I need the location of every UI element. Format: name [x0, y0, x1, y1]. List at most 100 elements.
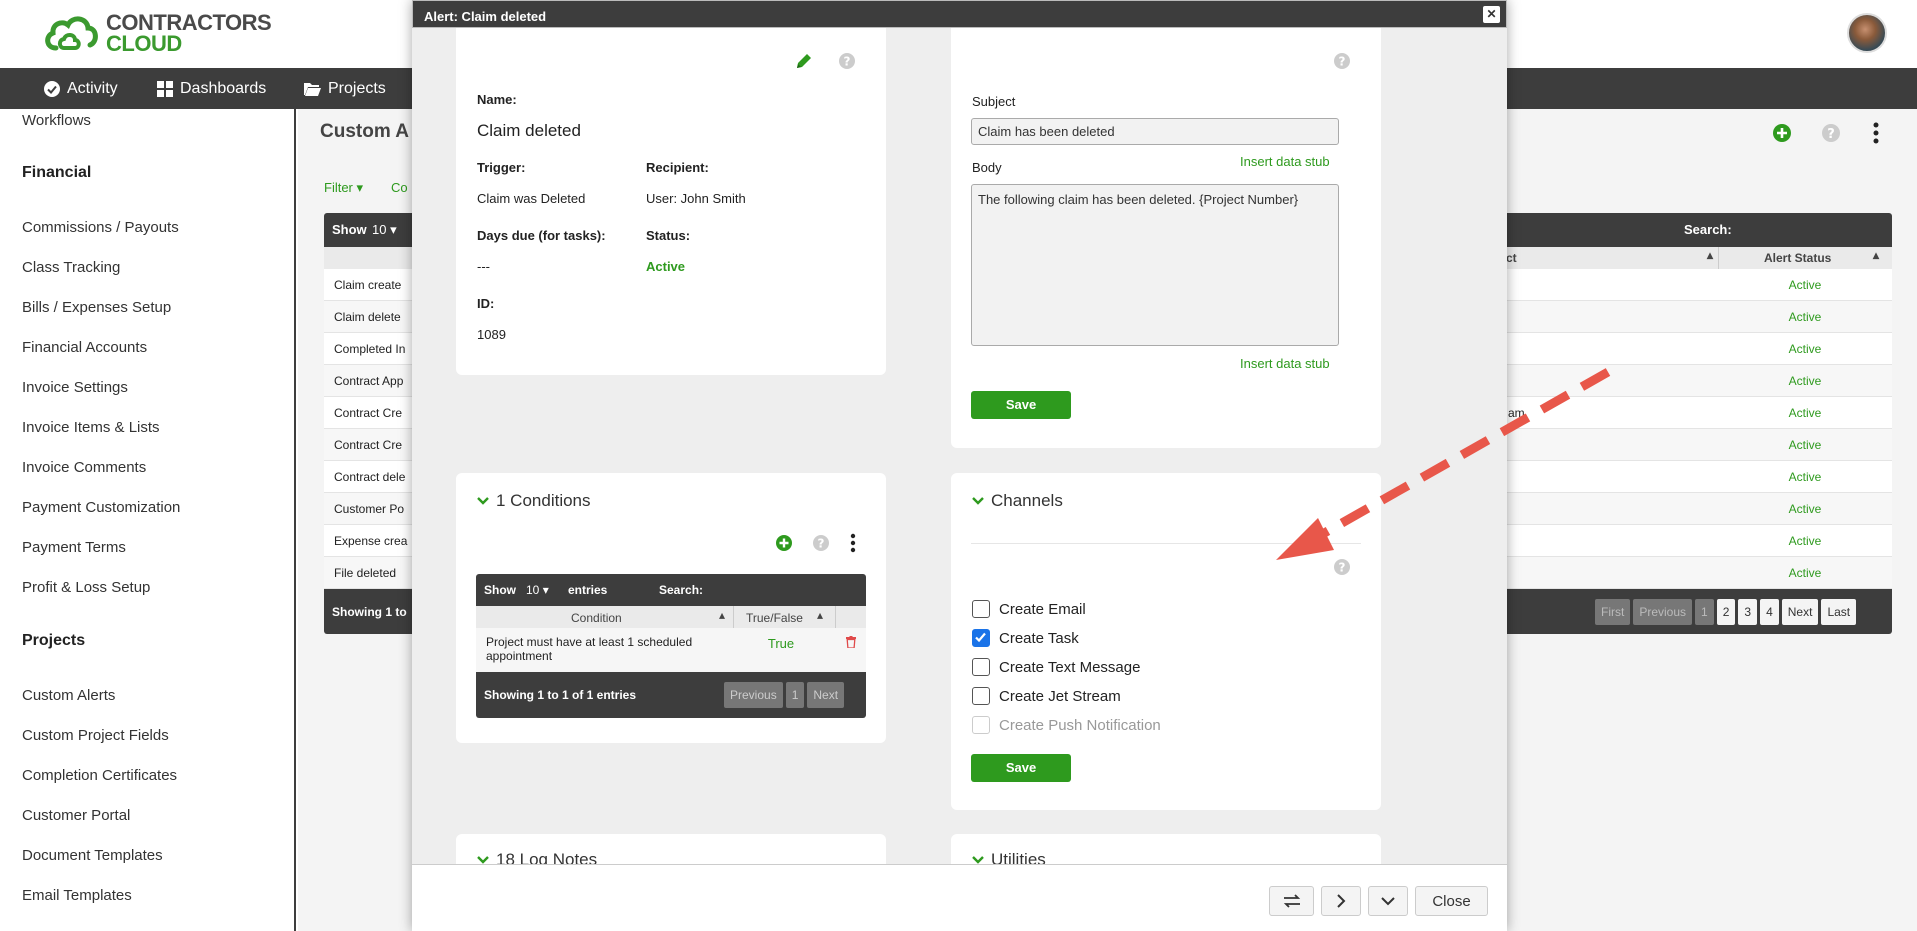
pagination-page-1[interactable]: 1: [1695, 599, 1714, 625]
create-email-label: Create Email: [999, 600, 1086, 618]
pagination-next[interactable]: Next: [807, 682, 845, 708]
pagination-previous[interactable]: Previous: [1633, 599, 1693, 625]
help-icon[interactable]: ?: [1333, 52, 1351, 70]
chevron-down-icon: [972, 856, 984, 864]
sidebar-item-document-templates[interactable]: Document Templates: [22, 847, 163, 864]
close-icon[interactable]: ✕: [1483, 6, 1500, 23]
expand-button[interactable]: [1368, 886, 1408, 916]
conditions-toggle[interactable]: 1 Conditions: [477, 491, 591, 511]
nav-activity[interactable]: Activity: [44, 68, 118, 109]
svg-text:?: ?: [818, 537, 825, 551]
sidebar-item-invoice-comments[interactable]: Invoice Comments: [22, 459, 146, 476]
alert-name-cell: Claim delete: [334, 310, 401, 324]
channel-option-email[interactable]: Create Email: [972, 600, 1086, 618]
show-select[interactable]: 10 ▾: [372, 222, 397, 238]
nav-dashboards[interactable]: Dashboards: [157, 68, 266, 109]
filter-dropdown[interactable]: Filter ▾: [324, 180, 363, 196]
alert-name-cell: Customer Po: [334, 502, 405, 516]
sort-icon[interactable]: ▴: [1873, 248, 1879, 262]
sidebar-item-customer-portal[interactable]: Customer Portal: [22, 807, 130, 824]
channels-toggle[interactable]: Channels: [972, 491, 1063, 511]
channel-option-text[interactable]: Create Text Message: [972, 658, 1140, 676]
contractors-cloud-logo[interactable]: CONTRACTORS CLOUD: [42, 12, 272, 55]
alert-status-cell: Active: [1788, 566, 1822, 580]
trash-icon[interactable]: [846, 636, 856, 648]
add-alert-icon[interactable]: [1772, 123, 1792, 143]
pagination-page-4[interactable]: 4: [1760, 599, 1779, 625]
pagination: First Previous 1 2 3 4 Next Last: [1592, 599, 1857, 625]
sidebar-item-custom-alerts[interactable]: Custom Alerts: [22, 687, 115, 704]
help-icon[interactable]: ?: [838, 52, 856, 70]
alert-status-cell: Active: [1788, 374, 1822, 388]
create-jet-stream-label: Create Jet Stream: [999, 687, 1121, 705]
sidebar-item-email-templates[interactable]: Email Templates: [22, 887, 132, 904]
table-row[interactable]: Project must have at least 1 scheduled a…: [476, 628, 866, 672]
next-button[interactable]: [1321, 886, 1361, 916]
create-task-checkbox[interactable]: [972, 629, 990, 647]
sidebar-item-bills-expenses[interactable]: Bills / Expenses Setup: [22, 299, 171, 316]
insert-data-stub-link[interactable]: Insert data stub: [1240, 154, 1330, 169]
pagination-page-3[interactable]: 3: [1738, 599, 1758, 625]
sidebar-item-workflows[interactable]: Workflows: [22, 112, 91, 129]
sidebar-item-completion-certificates[interactable]: Completion Certificates: [22, 767, 177, 784]
sidebar-item-custom-project-fields[interactable]: Custom Project Fields: [22, 727, 169, 744]
utilities-toggle[interactable]: Utilities: [972, 850, 1046, 864]
save-email-button[interactable]: Save: [971, 391, 1071, 419]
edit-pencil-icon[interactable]: [795, 52, 813, 70]
nav-projects-label: Projects: [328, 79, 386, 97]
alert-status-cell: Active: [1788, 534, 1822, 548]
save-channels-button[interactable]: Save: [971, 754, 1071, 782]
swap-button[interactable]: [1269, 886, 1314, 916]
pagination-last[interactable]: Last: [1821, 599, 1857, 625]
pagination-previous[interactable]: Previous: [724, 682, 783, 708]
pagination-first[interactable]: First: [1595, 599, 1631, 625]
help-icon[interactable]: ?: [1821, 123, 1841, 143]
sort-icon[interactable]: ▴: [719, 608, 725, 622]
channel-option-task[interactable]: Create Task: [972, 629, 1079, 647]
show-select[interactable]: 10 ▾: [526, 583, 549, 597]
alert-status-cell: Active: [1788, 406, 1822, 420]
close-button[interactable]: Close: [1415, 886, 1488, 916]
sidebar-item-financial-accounts[interactable]: Financial Accounts: [22, 339, 147, 356]
nav-projects[interactable]: Projects: [304, 68, 386, 109]
nav-dashboards-label: Dashboards: [180, 79, 267, 97]
chevron-right-icon: [1337, 894, 1346, 908]
col-alert-status-header[interactable]: Alert Status: [1764, 251, 1831, 265]
sidebar-item-invoice-settings[interactable]: Invoice Settings: [22, 379, 128, 396]
log-notes-card: 18 Log Notes: [456, 834, 886, 864]
add-condition-icon[interactable]: [775, 534, 793, 552]
col-truefalse-header[interactable]: True/False: [746, 611, 803, 625]
create-push-notification-checkbox: [972, 716, 990, 734]
user-avatar[interactable]: [1847, 13, 1887, 53]
svg-text:?: ?: [1827, 127, 1835, 142]
create-jet-stream-checkbox[interactable]: [972, 687, 990, 705]
pagination-page-1[interactable]: 1: [785, 682, 805, 708]
more-options-icon[interactable]: [1872, 122, 1880, 144]
sidebar-item-class-tracking[interactable]: Class Tracking: [22, 259, 120, 276]
pagination-next[interactable]: Next: [1781, 599, 1819, 625]
settings-sidebar: Workflows Financial Commissions / Payout…: [0, 109, 296, 931]
sidebar-item-profit-loss[interactable]: Profit & Loss Setup: [22, 579, 150, 596]
body-textarea[interactable]: The following claim has been deleted. {P…: [971, 184, 1339, 346]
subject-field[interactable]: Claim has been deleted: [971, 118, 1339, 145]
columns-link[interactable]: Co: [391, 180, 408, 195]
alert-status-cell: Active: [1788, 310, 1822, 324]
create-text-message-checkbox[interactable]: [972, 658, 990, 676]
alert-status-cell: Active: [1788, 470, 1822, 484]
sort-icon[interactable]: ▴: [817, 608, 823, 622]
help-icon[interactable]: ?: [812, 534, 830, 552]
check-circle-icon: [44, 80, 60, 97]
sort-icon[interactable]: ▴: [1707, 248, 1713, 262]
create-email-checkbox[interactable]: [972, 600, 990, 618]
sidebar-item-invoice-items[interactable]: Invoice Items & Lists: [22, 419, 160, 436]
log-notes-toggle[interactable]: 18 Log Notes: [477, 850, 597, 864]
sidebar-item-payment-customization[interactable]: Payment Customization: [22, 499, 180, 516]
more-options-icon[interactable]: [850, 533, 856, 553]
alert-status-cell: Active: [1788, 502, 1822, 516]
nav-activity-label: Activity: [67, 79, 118, 97]
pagination-page-2[interactable]: 2: [1716, 599, 1736, 625]
sidebar-item-payment-terms[interactable]: Payment Terms: [22, 539, 126, 556]
col-condition-header[interactable]: Condition: [571, 611, 622, 625]
sidebar-item-commissions[interactable]: Commissions / Payouts: [22, 219, 179, 236]
channel-option-jet-stream[interactable]: Create Jet Stream: [972, 687, 1121, 705]
